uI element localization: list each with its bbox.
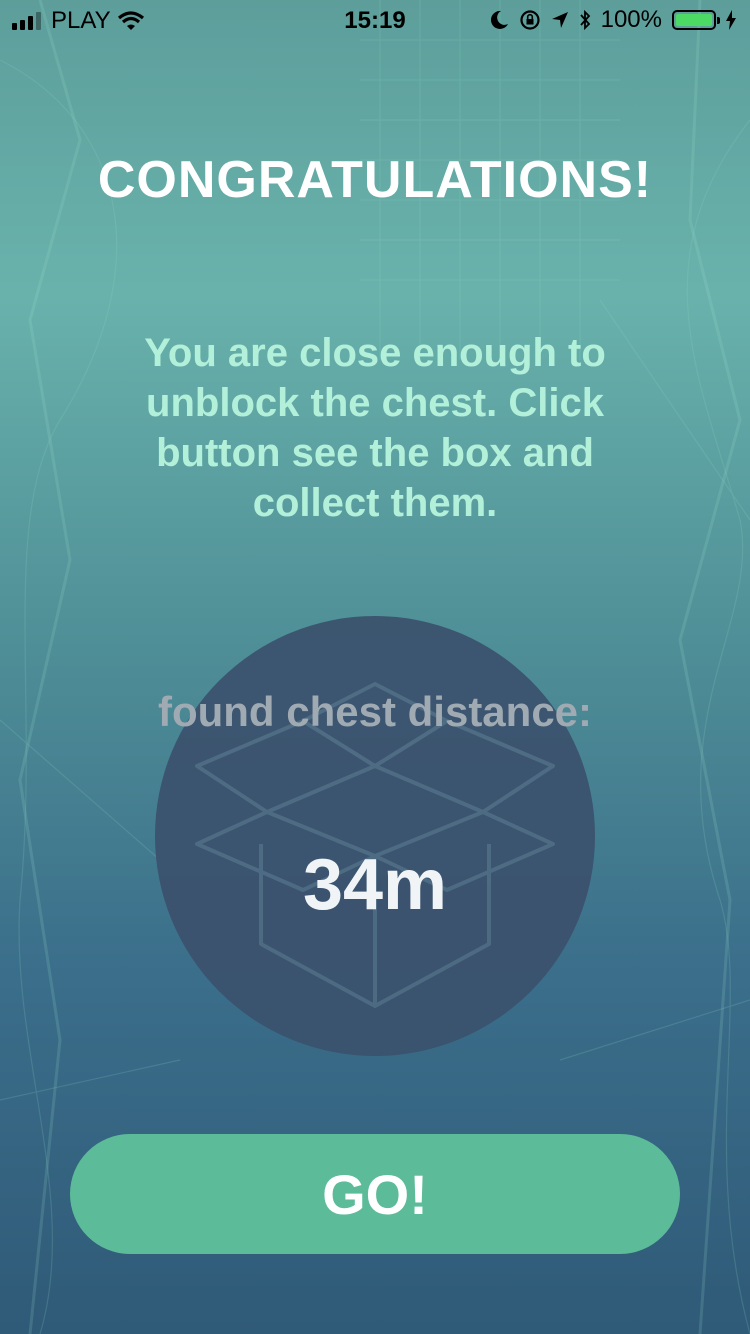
bluetooth-icon: [579, 9, 590, 31]
charging-bolt-icon: [726, 10, 736, 30]
status-right: 100%: [490, 6, 736, 34]
battery-percent: 100%: [600, 6, 662, 33]
chest-distance-circle: found chest distance: 34m: [155, 616, 595, 1056]
moon-icon: [490, 10, 508, 29]
page-title: CONGRATULATIONS!: [97, 151, 653, 209]
battery-icon: [672, 10, 720, 30]
status-bar: PLAY 15:19 100%: [0, 0, 750, 40]
found-chest-label: found chest distance:: [157, 688, 593, 735]
location-arrow-icon: [551, 12, 568, 28]
battery-fill: [676, 14, 712, 26]
go-button[interactable]: GO!: [70, 1134, 680, 1254]
orientation-lock-icon: [520, 10, 540, 30]
open-box-icon: [195, 682, 555, 1008]
distance-value: 34m: [302, 845, 448, 925]
instruction-message: You are close enough to unblock the ches…: [144, 331, 606, 525]
battery-tip: [717, 17, 720, 24]
